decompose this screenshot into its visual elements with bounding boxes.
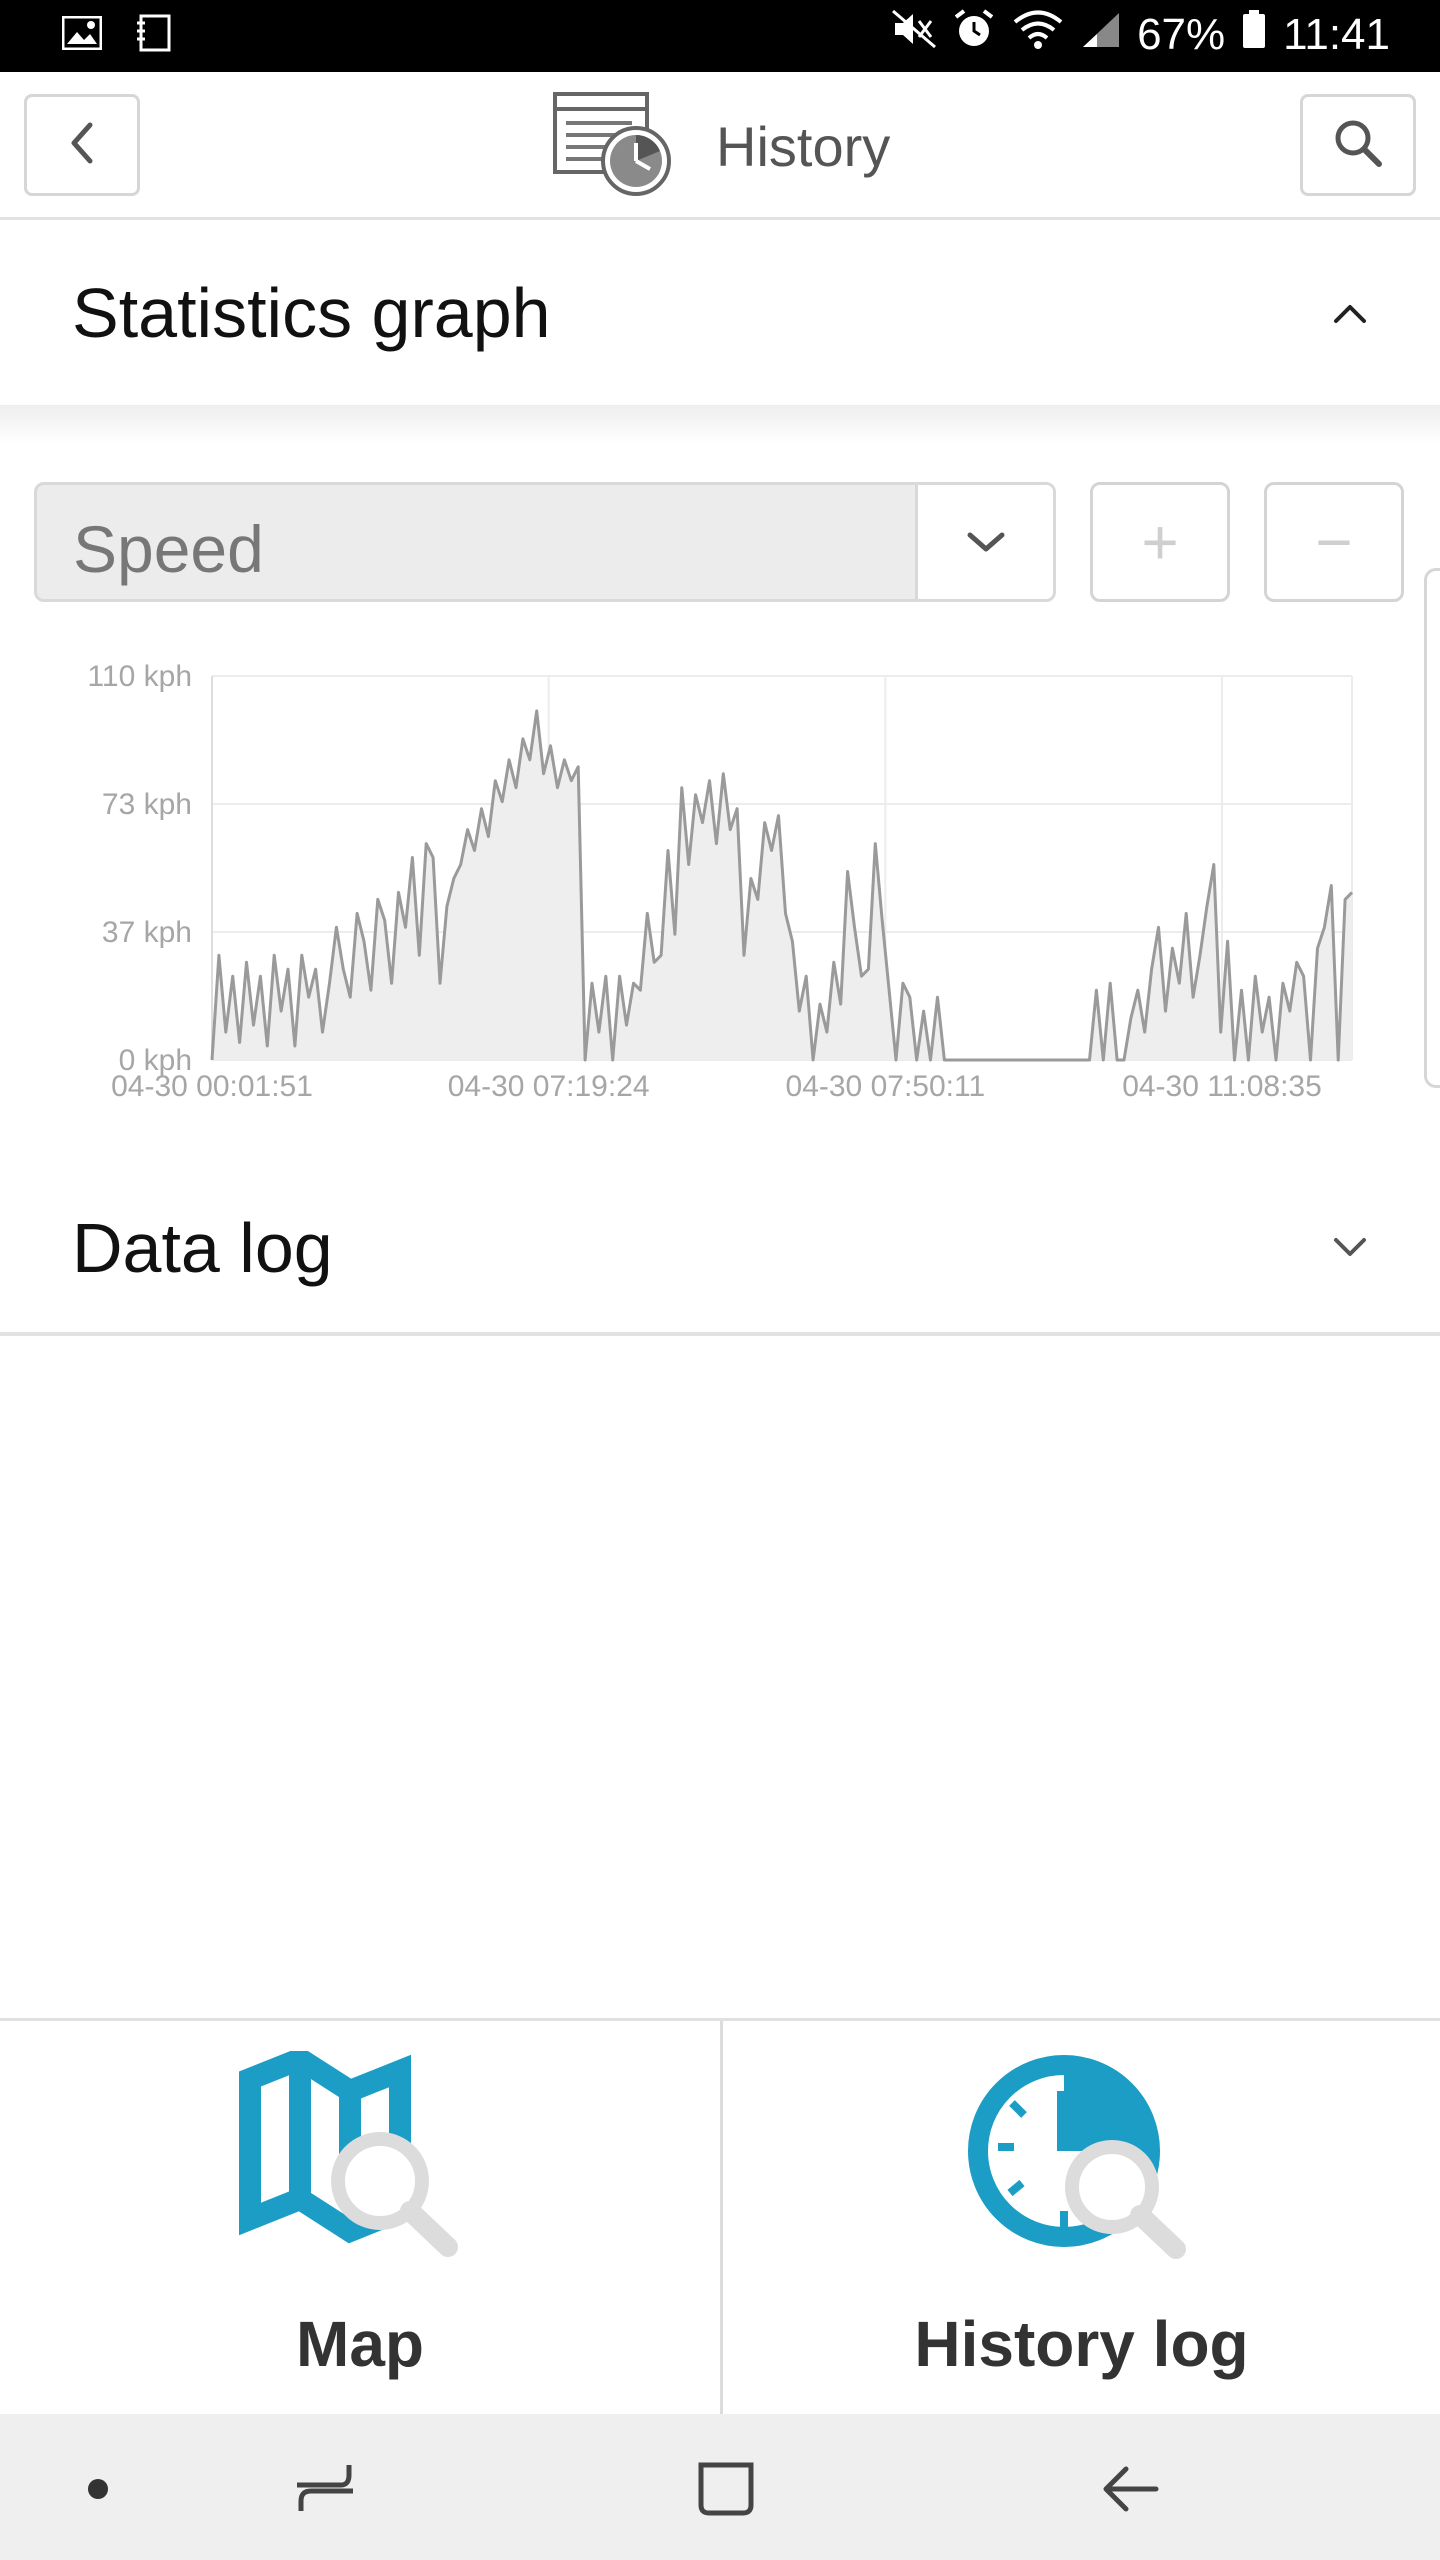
navigation-bar (0, 2414, 1440, 2560)
metric-select[interactable]: Speed (34, 482, 1056, 602)
chart-x-tick-label: 04-30 07:50:11 (786, 1070, 986, 1103)
chart-y-axis-labels: 0 kph37 kph73 kph110 kph (87, 660, 192, 1077)
metric-selected-value: Speed (73, 512, 264, 586)
map-tile[interactable]: Map (0, 2021, 720, 2417)
speed-chart: 0 kph37 kph73 kph110 kph 04-30 00:01:51 0… (87, 660, 1354, 1103)
data-log-section-header[interactable]: Data log (0, 1150, 1440, 1336)
page-title-group: History (552, 90, 890, 202)
history-report-icon (552, 91, 676, 202)
signal-icon (1081, 10, 1121, 60)
battery-icon (1241, 9, 1267, 60)
chart-y-tick-label: 110 kph (87, 660, 192, 693)
home-icon[interactable] (686, 2454, 766, 2524)
bottom-tiles: Map History log (0, 2018, 1440, 2417)
statistics-section-header[interactable]: Statistics graph (0, 223, 1440, 405)
gallery-icon (61, 15, 103, 55)
notes-icon (136, 14, 172, 57)
chevron-down-icon[interactable] (915, 485, 1053, 599)
chart-y-tick-label: 37 kph (102, 916, 192, 949)
history-log-tile-label: History log (914, 2308, 1249, 2380)
map-search-icon (230, 2046, 490, 2276)
zoom-out-button[interactable]: − (1264, 482, 1404, 602)
statistics-title: Statistics graph (72, 274, 551, 352)
alarm-icon (953, 8, 995, 61)
chevron-down-icon[interactable] (1320, 1216, 1380, 1276)
clock-search-icon (952, 2051, 1212, 2276)
search-icon (1331, 116, 1385, 175)
wifi-icon (1011, 9, 1065, 60)
search-button[interactable] (1300, 94, 1416, 196)
page-title: History (716, 114, 891, 178)
status-bar: 67% 11:41 (0, 0, 1440, 72)
back-arrow-icon[interactable] (1090, 2454, 1170, 2524)
zoom-in-label: + (1141, 506, 1179, 578)
mute-icon (891, 9, 937, 60)
history-log-tile[interactable]: History log (720, 2021, 1440, 2417)
chart-x-tick-label: 04-30 11:08:35 (1122, 1070, 1322, 1103)
data-log-title: Data log (72, 1209, 333, 1287)
chart-x-tick-label: 04-30 00:01:51 (111, 1070, 313, 1103)
back-button[interactable] (24, 94, 140, 196)
section-divider-shadow (0, 405, 1440, 445)
recent-apps-icon[interactable] (285, 2454, 365, 2524)
chart-x-tick-label: 04-30 07:19:24 (448, 1070, 650, 1103)
map-tile-label: Map (296, 2308, 424, 2380)
zoom-out-label: − (1315, 506, 1353, 578)
app-header: History (0, 72, 1440, 220)
chevron-left-icon (62, 119, 102, 172)
battery-percent: 67% (1137, 9, 1226, 59)
chart-x-axis-labels: 04-30 00:01:51 04-30 07:19:24 04-30 07:50:… (111, 1070, 1322, 1103)
clock-time: 11:41 (1283, 9, 1390, 59)
dot-icon[interactable] (58, 2454, 138, 2524)
chart-y-tick-label: 73 kph (102, 788, 192, 821)
chevron-up-icon[interactable] (1320, 283, 1380, 343)
zoom-in-button[interactable]: + (1090, 482, 1230, 602)
